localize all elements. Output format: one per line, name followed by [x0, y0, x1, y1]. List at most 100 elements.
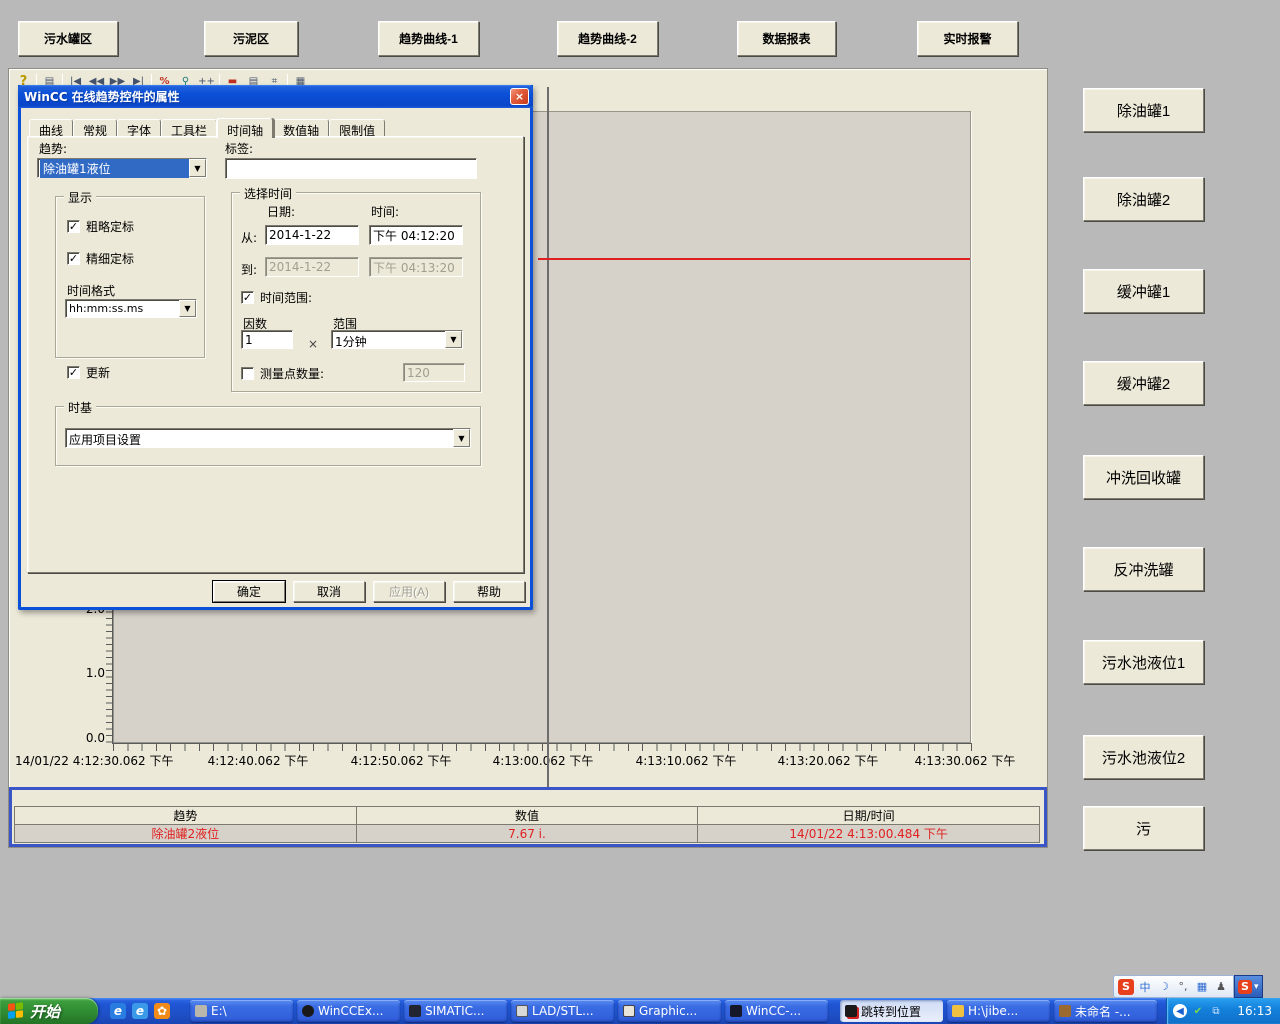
- language-bar-handle[interactable]: S ▾: [1234, 975, 1263, 998]
- soft-keyboard-icon[interactable]: ▦: [1194, 979, 1210, 995]
- checkbox-empty: [241, 367, 254, 380]
- taskbar-task-simatic[interactable]: SIMATIC...: [404, 1000, 507, 1022]
- tag-label: 标签:: [225, 140, 253, 157]
- nav-button-trend-curve-1[interactable]: 趋势曲线-1: [378, 21, 479, 56]
- checkmark-icon: ✓: [67, 220, 80, 233]
- factor-input[interactable]: [241, 330, 293, 349]
- simatic-icon: [409, 1005, 421, 1017]
- side-button-backwash-tank[interactable]: 反冲洗罐: [1083, 547, 1204, 591]
- x-tick-label: 4:13:10.062 下午: [636, 752, 737, 769]
- chevron-down-icon[interactable]: ▼: [179, 300, 196, 317]
- close-icon[interactable]: ×: [510, 88, 529, 105]
- nav-button-data-report[interactable]: 数据报表: [737, 21, 836, 56]
- help-button[interactable]: 帮助: [453, 581, 525, 602]
- x-axis-ticks: [113, 744, 972, 751]
- browser-icon[interactable]: e: [132, 1003, 148, 1019]
- update-checkbox[interactable]: ✓ 更新: [67, 364, 110, 381]
- ie-icon[interactable]: e: [110, 1003, 126, 1019]
- x-tick-label: 4:13:20.062 下午: [778, 752, 879, 769]
- from-date-input[interactable]: [265, 225, 359, 245]
- taskbar-task-folder-h[interactable]: H:\jibe...: [947, 1000, 1050, 1022]
- chart-ruler-line[interactable]: [547, 87, 549, 789]
- ladstl-icon: [516, 1005, 528, 1017]
- taskbar: 开始 e e ✿ E:\ WinCCEx... SIMATIC... LAD/S…: [0, 998, 1280, 1024]
- legend-data-row[interactable]: 除油罐2液位 7.67 i. 14/01/22 4:13:00.484 下午: [15, 825, 1040, 843]
- range-select[interactable]: 1分钟 ▼: [331, 330, 463, 349]
- time-format-value: hh:mm:ss.ms: [66, 300, 179, 317]
- legend-trend-name: 除油罐2液位: [15, 825, 357, 843]
- time-column-label: 时间:: [371, 203, 399, 220]
- punctuation-icon[interactable]: °,: [1175, 979, 1191, 995]
- chevron-down-icon[interactable]: ▼: [189, 159, 206, 177]
- time-range-checkbox[interactable]: ✓ 时间范围:: [241, 289, 312, 306]
- language-collapse-icon[interactable]: ◀: [1173, 1004, 1187, 1018]
- apply-button: 应用(A): [373, 581, 445, 602]
- folder-icon: [952, 1005, 964, 1017]
- side-button-flush-recovery-tank[interactable]: 冲洗回收罐: [1083, 455, 1204, 499]
- measure-points-checkbox[interactable]: 测量点数量:: [241, 365, 324, 382]
- network-icon[interactable]: ⧉: [1209, 1004, 1223, 1018]
- coarse-scaling-checkbox[interactable]: ✓ 粗略定标: [67, 218, 134, 235]
- y-tick-label: 0.0: [67, 731, 105, 745]
- timebase-group-title: 时基: [64, 399, 96, 416]
- timebase-select[interactable]: 应用项目设置 ▼: [65, 428, 471, 448]
- cancel-button[interactable]: 取消: [293, 581, 365, 602]
- chevron-down-icon[interactable]: ▼: [445, 331, 462, 348]
- moon-icon[interactable]: ☽: [1156, 979, 1172, 995]
- fine-scaling-checkbox[interactable]: ✓ 精细定标: [67, 250, 134, 267]
- side-button-sewage-level-1[interactable]: 污水池液位1: [1083, 640, 1204, 684]
- side-button-buffer-tank-1[interactable]: 缓冲罐1: [1083, 269, 1204, 313]
- tab-value-axis[interactable]: 数值轴: [273, 119, 329, 137]
- tab-curve[interactable]: 曲线: [29, 119, 73, 137]
- legend-header-trend: 趋势: [15, 807, 357, 825]
- from-time-input[interactable]: [369, 225, 463, 245]
- side-button-deoiling-tank-2[interactable]: 除油罐2: [1083, 177, 1204, 221]
- task-label: E:\: [211, 1004, 227, 1018]
- tab-font[interactable]: 字体: [117, 119, 161, 137]
- time-format-select[interactable]: hh:mm:ss.ms ▼: [65, 299, 197, 318]
- side-button-buffer-tank-2[interactable]: 缓冲罐2: [1083, 361, 1204, 405]
- tab-toolbar[interactable]: 工具栏: [161, 119, 217, 137]
- options-arrow-icon[interactable]: ▾: [1254, 982, 1259, 992]
- chevron-down-icon[interactable]: ▼: [453, 429, 470, 447]
- nav-button-realtime-alarm[interactable]: 实时报警: [917, 21, 1018, 56]
- taskbar-task-untitled[interactable]: 未命名 -...: [1054, 1000, 1157, 1022]
- nav-button-sludge-area[interactable]: 污泥区: [204, 21, 298, 56]
- to-date-input: [265, 257, 359, 277]
- side-button-deoiling-tank-1[interactable]: 除油罐1: [1083, 88, 1204, 132]
- nav-button-trend-curve-2[interactable]: 趋势曲线-2: [557, 21, 658, 56]
- taskbar-task-ladstl[interactable]: LAD/STL...: [511, 1000, 614, 1022]
- clock: 16:13: [1237, 1004, 1272, 1018]
- launcher-icon[interactable]: ✿: [154, 1003, 170, 1019]
- ok-button[interactable]: 确定: [213, 581, 285, 602]
- trend-select[interactable]: 除油罐1液位 ▼: [37, 158, 207, 178]
- antivirus-icon[interactable]: ✔: [1191, 1004, 1205, 1018]
- taskbar-task-wincc-runtime[interactable]: WinCC-...: [725, 1000, 828, 1022]
- tab-time-axis[interactable]: 时间轴: [217, 118, 273, 138]
- start-label: 开始: [30, 1001, 60, 1022]
- language-bar: S 中 ☽ °, ▦ ♟ S ▾: [1113, 975, 1263, 998]
- dialog-title: WinCC 在线趋势控件的属性: [24, 88, 510, 105]
- sogou-tray-icon[interactable]: S: [1238, 980, 1252, 994]
- sogou-icon[interactable]: S: [1118, 979, 1134, 995]
- coarse-scaling-label: 粗略定标: [86, 218, 134, 235]
- person-icon[interactable]: ♟: [1213, 979, 1229, 995]
- side-button-sewage-level-2[interactable]: 污水池液位2: [1083, 735, 1204, 779]
- dialog-titlebar[interactable]: WinCC 在线趋势控件的属性 ×: [18, 85, 533, 108]
- taskbar-task-winccexplorer[interactable]: WinCCEx...: [297, 1000, 400, 1022]
- tab-general[interactable]: 常规: [73, 119, 117, 137]
- trend-select-label: 趋势:: [39, 140, 67, 157]
- x-tick-label: 4:12:40.062 下午: [208, 752, 309, 769]
- start-button[interactable]: 开始: [0, 998, 98, 1024]
- taskbar-task-graphics-designer[interactable]: Graphic...: [618, 1000, 721, 1022]
- dialog-tab-strip: 曲线 常规 字体 工具栏 时间轴 数值轴 限制值: [29, 118, 385, 137]
- tab-limit-value[interactable]: 限制值: [329, 119, 385, 137]
- task-label: WinCCEx...: [318, 1004, 383, 1018]
- nav-button-sewage-tank-area[interactable]: 污水罐区: [18, 21, 118, 56]
- taskbar-task-jump-to-position[interactable]: 跳转到位置: [840, 1000, 943, 1022]
- side-button-sewage[interactable]: 污: [1083, 806, 1204, 850]
- tag-input[interactable]: [225, 158, 477, 179]
- taskbar-task-drive-e[interactable]: E:\: [190, 1000, 293, 1022]
- legend-table: 趋势 数值 日期/时间 除油罐2液位 7.67 i. 14/01/22 4:13…: [14, 806, 1040, 843]
- chinese-mode-icon[interactable]: 中: [1137, 979, 1153, 995]
